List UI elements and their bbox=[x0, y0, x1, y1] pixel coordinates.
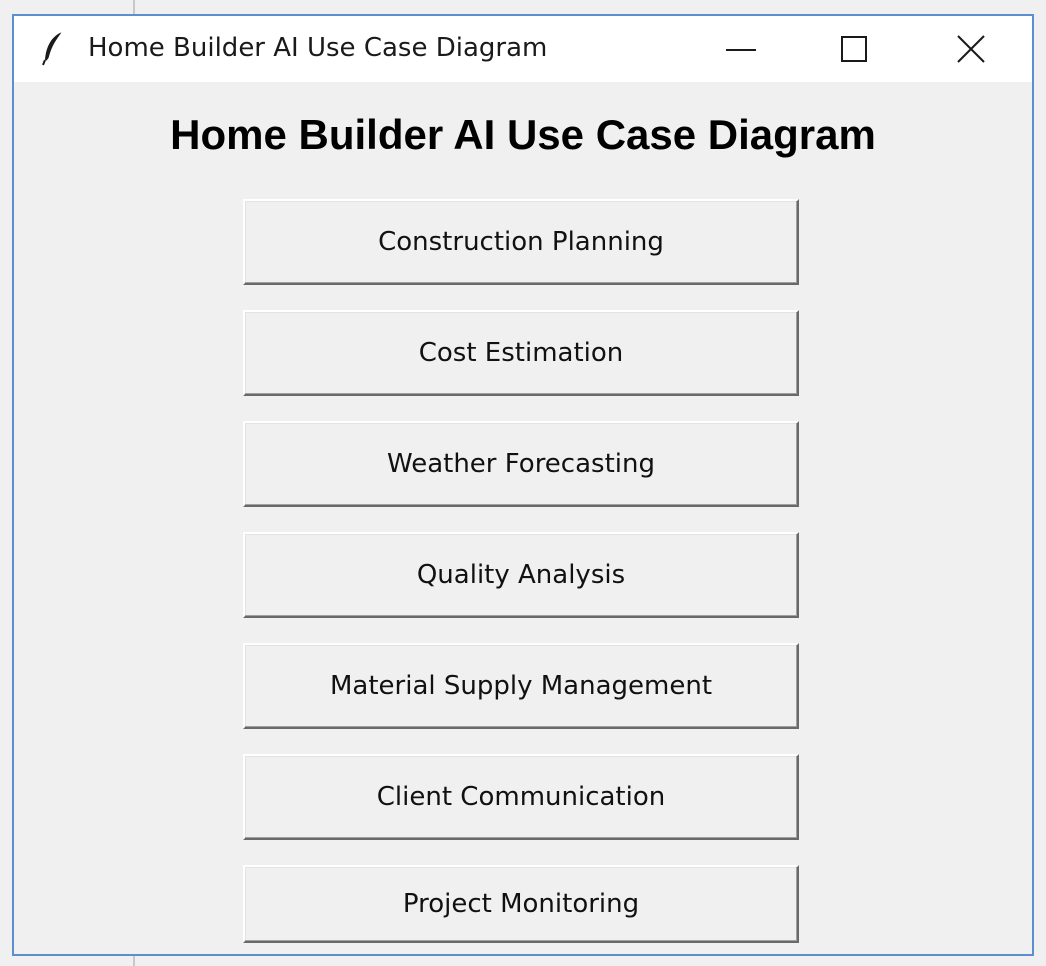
client-communication-button[interactable]: Client Communication bbox=[243, 754, 799, 840]
weather-forecasting-button[interactable]: Weather Forecasting bbox=[243, 421, 799, 507]
close-icon bbox=[957, 35, 985, 63]
maximize-button[interactable] bbox=[798, 16, 914, 82]
project-monitoring-button[interactable]: Project Monitoring bbox=[243, 865, 799, 943]
construction-planning-button[interactable]: Construction Planning bbox=[243, 199, 799, 285]
minimize-button[interactable] bbox=[684, 16, 800, 82]
page-heading: Home Builder AI Use Case Diagram bbox=[170, 111, 876, 158]
cost-estimation-button[interactable]: Cost Estimation bbox=[243, 310, 799, 396]
window-title: Home Builder AI Use Case Diagram bbox=[88, 33, 548, 63]
title-bar[interactable]: Home Builder AI Use Case Diagram bbox=[14, 16, 1032, 82]
use-case-button-list: Construction Planning Cost Estimation We… bbox=[243, 199, 803, 943]
maximize-icon bbox=[841, 36, 867, 62]
feather-icon bbox=[40, 30, 66, 66]
app-window: Home Builder AI Use Case Diagram Home Bu… bbox=[12, 14, 1034, 956]
material-supply-management-button[interactable]: Material Supply Management bbox=[243, 643, 799, 729]
close-button[interactable] bbox=[914, 16, 1030, 82]
minimize-icon bbox=[726, 49, 756, 51]
quality-analysis-button[interactable]: Quality Analysis bbox=[243, 532, 799, 618]
